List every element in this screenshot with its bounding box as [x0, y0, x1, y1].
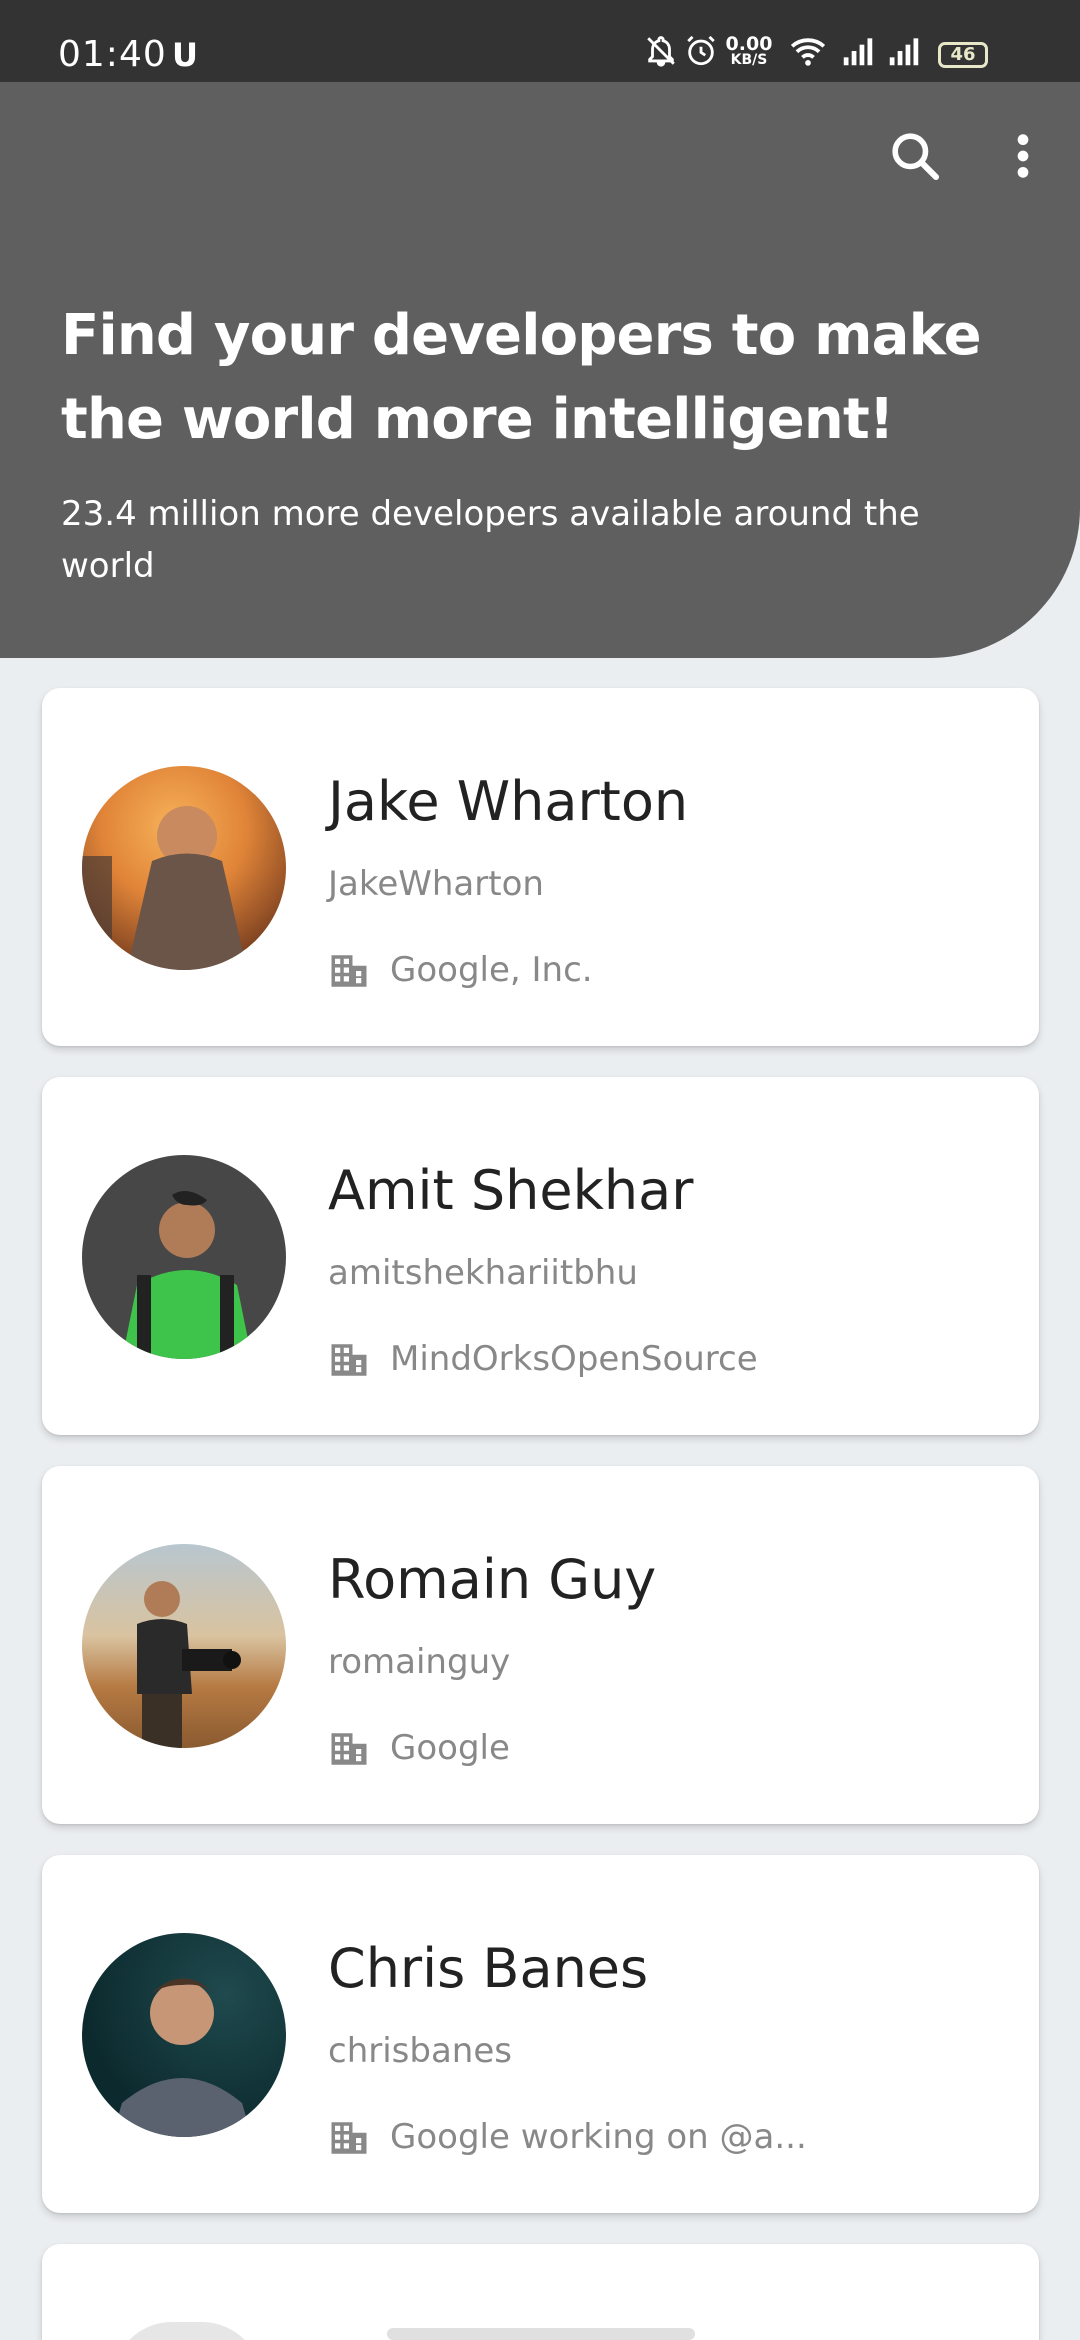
- signal-icon: [843, 38, 873, 66]
- avatar-illustration: [112, 1978, 252, 2137]
- business-icon: [331, 1733, 367, 1765]
- avatar: [82, 766, 286, 970]
- developer-login: JakeWharton: [328, 864, 544, 904]
- business-icon: [331, 2122, 367, 2154]
- developer-name: Amit Shekhar: [328, 1159, 694, 1222]
- status-time: 01:40: [58, 34, 167, 75]
- app-notification-icon: U: [172, 36, 198, 74]
- avatar: [82, 1933, 286, 2137]
- hero-header: Find your developers to make the world m…: [0, 82, 1080, 658]
- name-placeholder: [387, 2328, 695, 2340]
- avatar-illustration: [122, 1191, 252, 1359]
- status-icons: 0.00 KB/S 46: [644, 32, 1044, 72]
- page-subtitle: 23.4 million more developers available a…: [61, 494, 920, 586]
- signal-icon: [889, 38, 919, 66]
- developer-card[interactable]: Romain Guy romainguy Google: [42, 1466, 1039, 1824]
- developer-card[interactable]: Amit Shekhar amitshekhariitbhu MindOrksO…: [42, 1077, 1039, 1435]
- avatar-placeholder: [112, 2322, 262, 2340]
- net-speed-unit: KB/S: [730, 52, 768, 68]
- developer-company: Google working on @a...: [390, 2117, 807, 2157]
- developer-card-loading[interactable]: [42, 2244, 1039, 2340]
- developer-company: Google: [390, 1728, 510, 1768]
- wifi-icon: [790, 38, 826, 66]
- developer-login: romainguy: [328, 1642, 511, 1682]
- battery-icon: 46: [938, 42, 988, 68]
- page-title: Find your developers to make the world m…: [61, 303, 982, 452]
- developer-name: Romain Guy: [328, 1548, 657, 1611]
- net-speed: 0.00 KB/S: [724, 33, 774, 69]
- net-speed-value: 0.00: [725, 33, 773, 55]
- more-vert-icon[interactable]: [1007, 128, 1039, 184]
- developer-company: MindOrksOpenSource: [390, 1339, 758, 1379]
- developer-name: Jake Wharton: [328, 770, 689, 833]
- avatar-illustration: [82, 806, 247, 970]
- developer-login: chrisbanes: [328, 2031, 512, 2071]
- developer-name: Chris Banes: [328, 1937, 649, 2000]
- developer-company: Google, Inc.: [390, 950, 593, 990]
- business-icon: [331, 1344, 367, 1376]
- business-icon: [331, 955, 367, 987]
- developer-card[interactable]: Jake Wharton JakeWharton Google, Inc.: [42, 688, 1039, 1046]
- avatar: [82, 1544, 286, 1748]
- avatar-illustration: [137, 1581, 241, 1748]
- status-bar: 01:40 U 0.00 KB/S 46: [0, 0, 1080, 82]
- developer-login: amitshekhariitbhu: [328, 1253, 638, 1293]
- bell-off-icon: [647, 36, 675, 67]
- search-icon[interactable]: [887, 128, 943, 184]
- developer-card[interactable]: Chris Banes chrisbanes Google working on…: [42, 1855, 1039, 2213]
- alarm-icon: [687, 35, 715, 66]
- avatar: [82, 1155, 286, 1359]
